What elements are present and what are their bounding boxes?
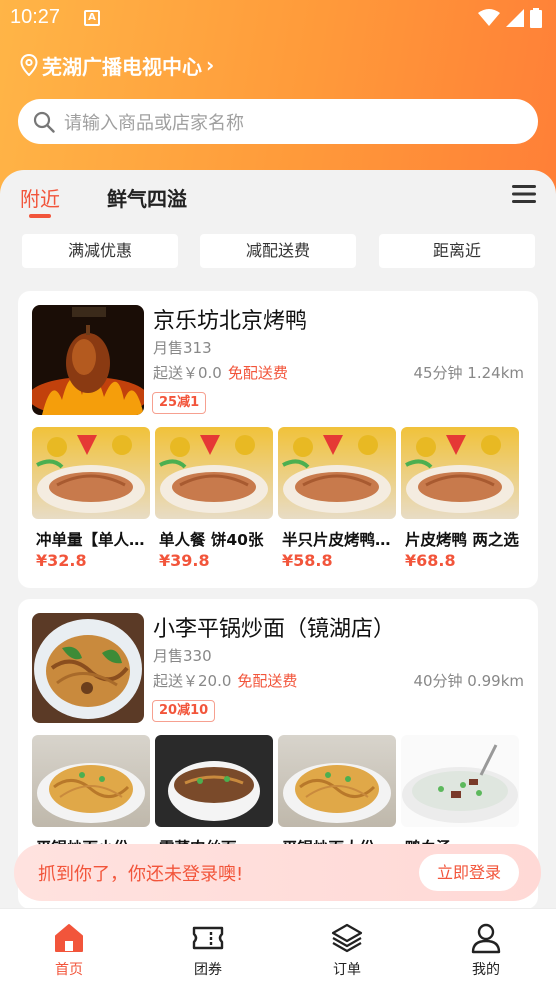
dish-price: ¥58.8 bbox=[282, 551, 333, 570]
dish-item[interactable]: 单人餐 饼40张 ¥39.8 bbox=[155, 427, 273, 570]
login-prompt-text: 抓到你了，你还未登录噢! bbox=[38, 863, 244, 885]
user-icon bbox=[471, 923, 501, 954]
nav-label: 我的 bbox=[472, 962, 500, 978]
free-delivery-text: 免配送费 bbox=[237, 672, 298, 690]
nav-coupons[interactable]: 团券 bbox=[168, 921, 248, 979]
free-delivery-text: 免配送费 bbox=[227, 364, 288, 382]
layers-icon bbox=[331, 923, 363, 953]
dish-item[interactable]: 雪菜肉丝面 bbox=[155, 735, 273, 858]
dish-item[interactable]: 片皮烤鸭 两之选 ¥68.8 bbox=[401, 427, 519, 570]
dish-image bbox=[155, 735, 273, 827]
nav-label: 订单 bbox=[333, 962, 361, 978]
chevron-right-icon: › bbox=[206, 53, 215, 77]
nav-label: 团券 bbox=[194, 962, 222, 978]
shop-image bbox=[32, 305, 144, 415]
search-icon bbox=[33, 111, 55, 133]
discount-badge: 25减1 bbox=[152, 392, 207, 414]
filter-discount[interactable]: 满减优惠 bbox=[22, 234, 178, 268]
tab-fresh[interactable]: 鲜气四溢 bbox=[107, 183, 187, 212]
dish-name: 单人餐 饼40张 bbox=[159, 531, 264, 549]
dish-name: 片皮烤鸭 两之选 bbox=[405, 531, 519, 549]
shop-min-order: 起送￥20.0 免配送费 bbox=[153, 670, 297, 691]
location-name: 芜湖广播电视中心 bbox=[42, 54, 202, 79]
dish-name: 半只片皮烤鸭套餐 bbox=[282, 531, 396, 549]
dish-item[interactable]: 半只片皮烤鸭套餐 ¥58.8 bbox=[278, 427, 396, 570]
app-notification-icon: A bbox=[84, 10, 100, 26]
dish-price: ¥32.8 bbox=[36, 551, 87, 570]
dish-name: 冲单量【单人餐】 bbox=[36, 531, 150, 549]
login-prompt-bar: 抓到你了，你还未登录噢! 立即登录 bbox=[14, 844, 541, 901]
menu-icon[interactable] bbox=[512, 184, 536, 204]
dish-image bbox=[32, 427, 150, 519]
filter-delivery-fee[interactable]: 减配送费 bbox=[200, 234, 356, 268]
bottom-nav: 首页 团券 订单 我的 bbox=[0, 908, 556, 988]
shop-card[interactable]: 京乐坊北京烤鸭 月售313 起送￥0.0 免配送费 45分钟 1.24km 25减… bbox=[18, 291, 538, 588]
dish-price: ¥39.8 bbox=[159, 551, 210, 570]
login-button[interactable]: 立即登录 bbox=[419, 854, 519, 891]
shop-name: 京乐坊北京烤鸭 bbox=[153, 309, 308, 334]
dish-item[interactable]: 平锅炒面小份 bbox=[32, 735, 150, 858]
shop-min-order: 起送￥0.0 免配送费 bbox=[153, 362, 288, 383]
tab-indicator bbox=[29, 214, 51, 218]
dish-image bbox=[278, 427, 396, 519]
status-bar: 10:27 A bbox=[0, 0, 556, 38]
nav-orders[interactable]: 订单 bbox=[307, 921, 387, 979]
discount-badge: 20减10 bbox=[152, 700, 216, 722]
search-bar[interactable]: 请输入商品或店家名称 bbox=[18, 99, 538, 144]
tab-nearby[interactable]: 附近 bbox=[20, 183, 60, 212]
shop-eta-distance: 45分钟 1.24km bbox=[413, 364, 524, 382]
nav-label: 首页 bbox=[55, 962, 83, 978]
ticket-icon bbox=[192, 926, 224, 950]
dish-item[interactable]: 平锅炒面大份 bbox=[278, 735, 396, 858]
shop-eta-distance: 40分钟 0.99km bbox=[413, 672, 524, 690]
shop-monthly-sales: 月售313 bbox=[153, 339, 212, 357]
dish-image bbox=[155, 427, 273, 519]
min-order-text: 起送￥20.0 bbox=[153, 672, 232, 690]
status-time: 10:27 bbox=[10, 6, 61, 28]
wifi-icon bbox=[478, 9, 500, 26]
shop-monthly-sales: 月售330 bbox=[153, 647, 212, 665]
location-pin-icon bbox=[20, 54, 38, 76]
status-icons bbox=[478, 8, 542, 28]
signal-icon bbox=[506, 9, 524, 27]
shop-name: 小李平锅炒面（镜湖店） bbox=[153, 617, 396, 642]
dish-item[interactable]: 鸭血汤 bbox=[401, 735, 519, 858]
nav-profile[interactable]: 我的 bbox=[446, 921, 526, 979]
home-icon bbox=[55, 924, 83, 952]
dish-image bbox=[401, 735, 519, 827]
min-order-text: 起送￥0.0 bbox=[153, 364, 222, 382]
shop-image bbox=[32, 613, 144, 723]
dish-price: ¥68.8 bbox=[405, 551, 456, 570]
dish-image bbox=[32, 735, 150, 827]
dish-image bbox=[278, 735, 396, 827]
dish-item[interactable]: 冲单量【单人餐】 ¥32.8 bbox=[32, 427, 150, 570]
nav-home[interactable]: 首页 bbox=[29, 921, 109, 979]
battery-icon bbox=[530, 8, 542, 28]
dish-image bbox=[401, 427, 519, 519]
search-input[interactable]: 请输入商品或店家名称 bbox=[64, 109, 244, 135]
filter-distance[interactable]: 距离近 bbox=[379, 234, 535, 268]
location-selector[interactable]: 芜湖广播电视中心 › bbox=[20, 50, 214, 80]
